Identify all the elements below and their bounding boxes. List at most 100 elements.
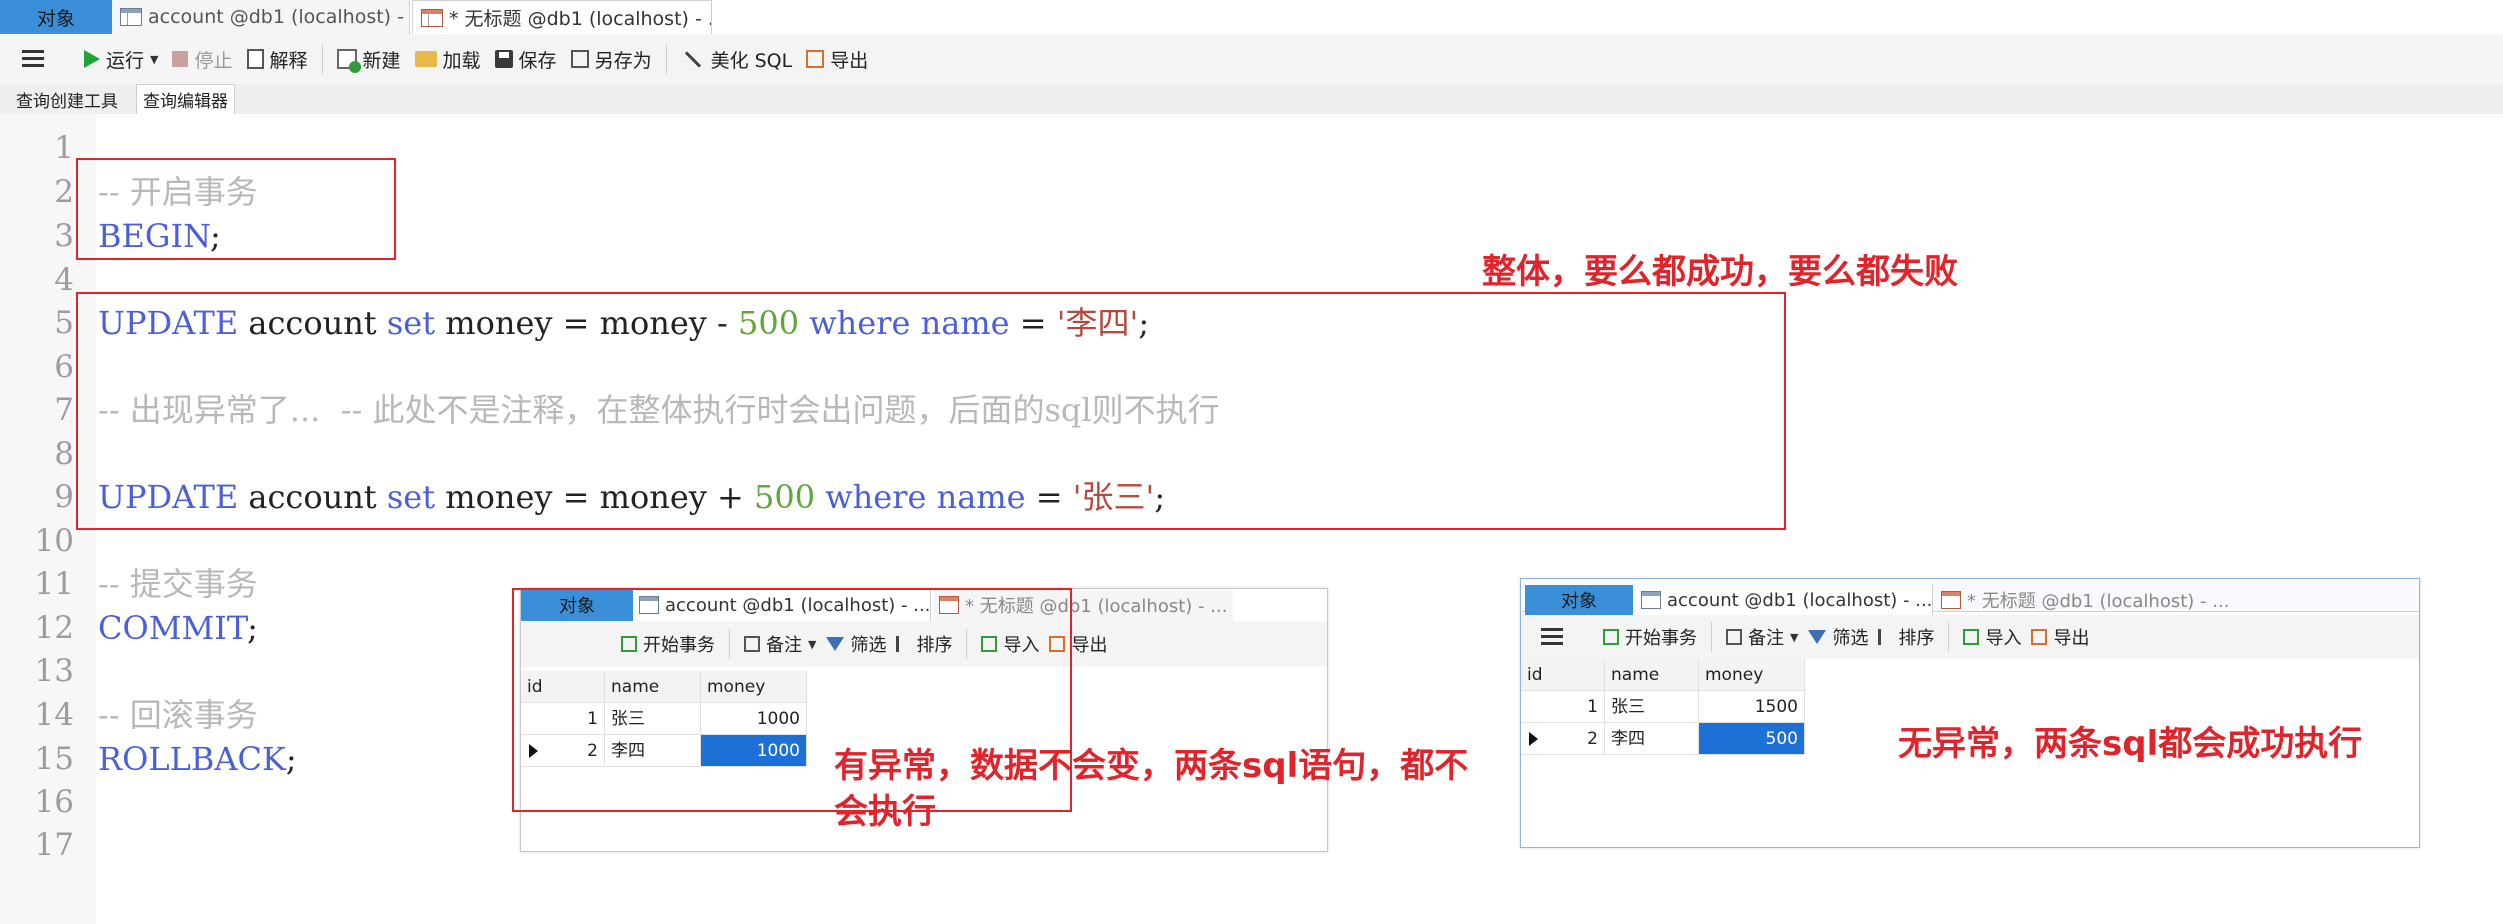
semicolon: ;: [285, 740, 297, 778]
stop-button[interactable]: 停止: [172, 46, 233, 73]
table-cell-money[interactable]: 1500: [1699, 691, 1805, 723]
stop-icon: [172, 51, 189, 67]
line-number: 15: [34, 741, 74, 777]
line-number: 10: [34, 523, 74, 559]
annotation-error-case-line2: 会执行: [834, 792, 936, 832]
editor-subtab-bar: [0, 84, 2503, 114]
grid-toolbar: 开始事务 备注 ▼ 筛选 排序 导入 导出: [1521, 615, 2419, 659]
toolbar-divider: [321, 44, 323, 74]
tab-account-table[interactable]: account @db1 (localhost) - ...: [112, 0, 410, 34]
annotation-whole: 整体，要么都成功，要么都失败: [1482, 252, 1958, 292]
line-number: 8: [54, 436, 74, 472]
line-number: 7: [54, 392, 74, 428]
memo-button[interactable]: 备注 ▼: [1726, 624, 1798, 650]
line-number: 2: [54, 174, 74, 210]
export-button[interactable]: 导出: [806, 46, 868, 73]
save-as-icon: [570, 50, 589, 68]
run-label: 运行: [106, 49, 145, 72]
save-icon: [494, 50, 513, 68]
tab-account-label: account @db1 (localhost) - ...: [148, 6, 410, 28]
menu-button[interactable]: [1541, 628, 1563, 646]
line-number: 16: [34, 784, 74, 820]
stop-label: 停止: [194, 49, 233, 72]
semicolon: ;: [247, 609, 258, 647]
sql-keyword: ROLLBACK: [98, 740, 286, 778]
save-button[interactable]: 保存: [494, 46, 557, 73]
chevron-down-icon[interactable]: ▼: [1790, 631, 1798, 644]
query-builder-label: 查询创建工具: [16, 91, 118, 112]
highlight-box-updates: [76, 292, 1786, 530]
menu-button[interactable]: [22, 50, 44, 68]
table-cell-name[interactable]: 张三: [1605, 691, 1699, 723]
save-label: 保存: [518, 49, 557, 72]
begin-transaction-button[interactable]: 开始事务: [1603, 624, 1697, 650]
line-number: 11: [34, 566, 74, 602]
line-number: 12: [34, 610, 74, 646]
export-label: 导出: [830, 49, 869, 72]
export-icon: [2031, 629, 2048, 645]
save-as-button[interactable]: 另存为: [570, 46, 652, 73]
import-label: 导入: [1985, 628, 2022, 649]
new-button[interactable]: 新建: [336, 46, 401, 73]
run-button[interactable]: 运行 ▼: [84, 46, 158, 73]
tab-objects[interactable]: 对象: [1525, 585, 1633, 615]
export-button[interactable]: 导出: [2031, 624, 2089, 650]
beautify-label: 美化 SQL: [710, 49, 793, 72]
tab-objects[interactable]: 对象: [0, 0, 112, 34]
result-panel-ok-case: 对象 account @db1 (localhost) - ... * 无标题 …: [1520, 578, 2420, 848]
chevron-down-icon[interactable]: ▼: [150, 53, 158, 66]
code-line-comment: -- 提交事务: [98, 565, 258, 603]
new-label: 新建: [362, 49, 401, 72]
line-number: 13: [34, 653, 74, 689]
toolbar-divider: [1948, 622, 1950, 652]
query-icon: [421, 8, 443, 27]
query-toolbar: 运行 ▼ 停止 解释 新建 加载 保存 另存为 美化 SQL 导出: [0, 34, 2503, 84]
line-number: 1: [54, 130, 74, 166]
export-label: 导出: [2053, 628, 2090, 649]
toolbar-divider: [665, 44, 667, 74]
magic-wand-icon: [684, 50, 701, 68]
beautify-sql-button[interactable]: 美化 SQL: [681, 46, 793, 73]
highlight-box-begin: [76, 158, 396, 260]
column-header-name[interactable]: name: [1605, 659, 1699, 691]
annotation-error-case-line1: 有异常，数据不会变，两条sql语句，都不: [834, 746, 1469, 786]
column-header-id[interactable]: id: [1521, 659, 1605, 691]
line-number: 3: [54, 218, 74, 254]
tab-account-table[interactable]: account @db1 (localhost) - ...: [1635, 585, 1933, 615]
toolbar-divider: [1711, 622, 1712, 652]
column-header-money[interactable]: money: [1699, 659, 1805, 691]
table-cell-id[interactable]: 1: [1521, 691, 1605, 723]
import-button[interactable]: 导入: [1963, 624, 2021, 650]
table-cell-name[interactable]: 李四: [1605, 723, 1699, 755]
query-editor-label: 查询编辑器: [143, 92, 228, 112]
table-cell-money-selected[interactable]: 500: [1699, 723, 1805, 755]
load-button[interactable]: 加载: [414, 46, 481, 73]
export-icon: [806, 50, 825, 68]
filter-button[interactable]: 筛选: [1808, 624, 1868, 650]
folder-icon: [414, 51, 437, 67]
hamburger-menu-icon: [1541, 628, 1563, 646]
sql-keyword: COMMIT: [98, 609, 248, 647]
tab-account-label: account @db1 (localhost) - ...: [1667, 589, 1933, 611]
line-number: 6: [54, 349, 74, 385]
explain-button[interactable]: 解释: [246, 46, 308, 73]
line-number: 14: [34, 697, 74, 733]
table-cell-id[interactable]: 2: [1521, 723, 1605, 755]
tab-untitled-query[interactable]: * 无标题 @db1 (localhost) - ...: [1935, 585, 2235, 615]
save-as-label: 另存为: [594, 49, 652, 72]
line-number: 17: [34, 827, 74, 863]
sort-button[interactable]: 排序: [1878, 624, 1934, 650]
memo-icon: [1726, 629, 1742, 645]
annotation-ok-case: 无异常，两条sql都会成功执行: [1898, 724, 2363, 764]
new-query-icon: [336, 49, 361, 73]
table-icon: [120, 8, 142, 26]
sort-icon: [1878, 629, 1893, 645]
tab-untitled-query[interactable]: * 无标题 @db1 (localhost) - ...: [412, 0, 712, 34]
transaction-icon: [1603, 629, 1619, 645]
sort-label: 排序: [1898, 628, 1935, 649]
export-label: 导出: [1071, 635, 1108, 656]
tab-query-editor[interactable]: 查询编辑器: [136, 84, 235, 114]
tab-query-builder[interactable]: 查询创建工具: [10, 84, 124, 114]
begin-transaction-label: 开始事务: [1625, 628, 1697, 649]
import-icon: [1963, 629, 1980, 645]
